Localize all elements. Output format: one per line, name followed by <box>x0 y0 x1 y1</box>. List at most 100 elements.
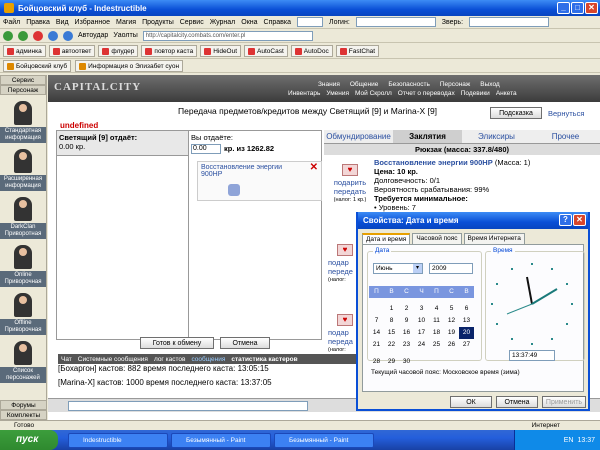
address-bar[interactable]: http://capitalcity.combats.com/enter.pl <box>142 30 313 41</box>
calendar-day[interactable]: 22 <box>384 339 399 351</box>
offered-item-name[interactable]: Восстановление энергии 900HP <box>201 164 301 178</box>
sidebar-sets[interactable]: Комплекты <box>0 410 47 420</box>
link-autoresponse[interactable]: автоответ <box>48 45 96 57</box>
cancel-exchange-button[interactable]: Отмена <box>220 337 270 349</box>
calendar-day[interactable]: 18 <box>429 327 444 339</box>
credit-input[interactable]: 0.00 <box>191 144 221 154</box>
sidebar-forums[interactable]: Форумы <box>0 400 47 410</box>
calendar-day[interactable]: 25 <box>429 339 444 351</box>
chat-tab-system[interactable]: Системные сообщения <box>78 356 148 363</box>
month-select[interactable]: Июнь ▾ <box>373 263 423 274</box>
tab-date-time[interactable]: Дата и время <box>362 233 411 244</box>
nav-transfers[interactable]: Отчет о переводах <box>398 90 455 97</box>
calendar-day[interactable]: 9 <box>399 315 414 327</box>
nav-gifts[interactable]: Подевики <box>461 90 490 97</box>
tab-equipment[interactable]: Обмундирование <box>324 130 393 143</box>
back-link[interactable]: Вернуться <box>548 109 584 118</box>
calendar-day[interactable]: 6 <box>459 303 474 315</box>
autoudar-button[interactable]: Автоудар <box>78 32 108 39</box>
dialog-title-bar[interactable]: Свойства: Дата и время ? ✕ <box>358 212 588 229</box>
calendar-day[interactable]: 27 <box>459 339 474 351</box>
menu-view[interactable]: Вид <box>56 19 69 26</box>
beast-input[interactable] <box>469 17 550 27</box>
menu-edit[interactable]: Правка <box>26 19 50 26</box>
apply-button[interactable]: Применить <box>542 396 586 408</box>
calendar-day[interactable]: 15 <box>384 327 399 339</box>
gift-link[interactable]: подарить <box>328 178 372 187</box>
sidebar-item-darkclan[interactable]: DarkClan Приворотная <box>0 197 46 239</box>
calendar-day[interactable]: 20 <box>459 327 474 339</box>
nav-knowledge[interactable]: Знания <box>318 81 340 88</box>
chat-tab-chat[interactable]: Чат <box>61 356 72 363</box>
dialog-close-button[interactable]: ✕ <box>573 214 586 226</box>
remove-item-icon[interactable]: ✕ <box>310 162 318 173</box>
help-button[interactable]: ? <box>559 214 572 226</box>
task-indestructible[interactable]: Indestructible <box>68 432 168 448</box>
nav-scroll[interactable]: Мой Скролл <box>355 90 392 97</box>
nav-profile[interactable]: Анкета <box>496 90 517 97</box>
refresh-icon[interactable] <box>48 30 58 41</box>
nav-character[interactable]: Персонаж <box>440 81 470 88</box>
calendar-day[interactable]: 10 <box>414 315 429 327</box>
tab-timezone[interactable]: Часовой пояс <box>412 233 462 244</box>
calendar-day[interactable]: 23 <box>399 339 414 351</box>
link-autodoc[interactable]: AutoDoc <box>290 45 333 57</box>
scroll-name[interactable]: Восстановление энергии 900HP <box>374 158 493 167</box>
calendar-day[interactable]: 8 <box>384 315 399 327</box>
emoji-box[interactable] <box>297 17 324 27</box>
window-title-bar[interactable]: Бойцовский клуб - Indestructible _ □ ✕ <box>0 0 600 16</box>
link-flooder[interactable]: флудер <box>98 45 139 57</box>
calendar-day[interactable]: 29 <box>384 356 399 368</box>
calendar-day[interactable]: 1 <box>384 303 399 315</box>
chat-tab-messages[interactable]: сообщения <box>191 356 225 363</box>
menu-help[interactable]: Справка <box>264 19 291 26</box>
sidebar-item-standard[interactable]: Стандартная информация <box>0 101 46 143</box>
calendar-day[interactable]: 30 <box>399 356 414 368</box>
menu-file[interactable]: Файл <box>3 19 20 26</box>
dialog-cancel-button[interactable]: Отмена <box>496 396 538 408</box>
chat-input[interactable] <box>68 401 308 411</box>
task-paint-1[interactable]: Безымянный - Paint <box>171 432 271 448</box>
task-paint-2[interactable]: Безымянный - Paint <box>274 432 374 448</box>
login-input[interactable] <box>355 17 436 27</box>
time-input[interactable]: 13:37:49 <box>509 350 555 361</box>
sidebar-item-list[interactable]: Список персонажей <box>0 341 46 383</box>
calendar-day[interactable]: 12 <box>444 315 459 327</box>
calendar-day[interactable]: 2 <box>399 303 414 315</box>
calendar-day[interactable]: 19 <box>444 327 459 339</box>
menu-products[interactable]: Продукты <box>142 19 174 26</box>
calendar-day[interactable]: 28 <box>369 356 384 368</box>
calendar-day[interactable]: 24 <box>414 339 429 351</box>
tray-clock[interactable]: 13:37 <box>577 437 595 444</box>
sidebar-item-offline[interactable]: Offline Приворочная <box>0 293 46 335</box>
stop-icon[interactable] <box>33 30 43 41</box>
menu-service[interactable]: Сервис <box>180 19 204 26</box>
link-hideout[interactable]: HideOut <box>200 45 242 57</box>
give-link[interactable]: передать <box>328 187 372 196</box>
tab-spells[interactable]: Заклятия <box>393 130 462 143</box>
sidebar-item-online[interactable]: Online Приворочная <box>0 245 46 287</box>
calendar-day[interactable]: 5 <box>444 303 459 315</box>
link-autocast[interactable]: AutoCast <box>244 45 288 57</box>
minimize-button[interactable]: _ <box>557 2 570 14</box>
yaolti-button[interactable]: Уаолты <box>113 32 137 39</box>
ready-button[interactable]: Готов к обмену <box>140 337 214 349</box>
tab-internet-time[interactable]: Время Интернета <box>463 233 525 244</box>
tab-info-elizabeth[interactable]: Информация о Элизабет суон <box>75 60 184 72</box>
calendar-day[interactable]: 17 <box>414 327 429 339</box>
ok-button[interactable]: ОК <box>450 396 492 408</box>
calendar-day[interactable]: 7 <box>369 315 384 327</box>
menu-favorites[interactable]: Избранное <box>75 19 110 26</box>
calendar-day[interactable]: 11 <box>429 315 444 327</box>
menu-windows[interactable]: Окна <box>241 19 257 26</box>
home-icon[interactable] <box>63 30 73 41</box>
sidebar-item-extended[interactable]: Расширенная информация <box>0 149 46 191</box>
sidebar-head-service[interactable]: Сервис <box>0 75 46 85</box>
calendar-day[interactable]: 21 <box>369 339 384 351</box>
close-button[interactable]: ✕ <box>585 2 598 14</box>
nav-community[interactable]: Общение <box>350 81 379 88</box>
nav-skills[interactable]: Умения <box>326 90 349 97</box>
nav-security[interactable]: Безопасность <box>388 81 429 88</box>
forward-icon[interactable] <box>18 30 28 41</box>
menu-magic[interactable]: Магия <box>116 19 136 26</box>
